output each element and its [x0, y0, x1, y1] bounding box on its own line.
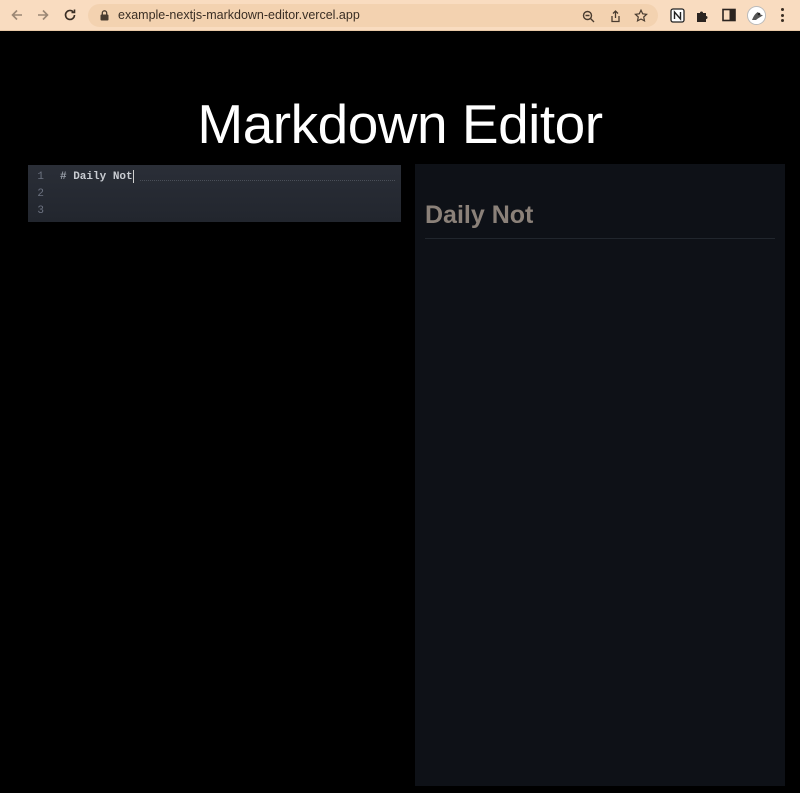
url-text: example-nextjs-markdown-editor.vercel.ap… — [118, 8, 360, 22]
line-number: 1 — [37, 171, 44, 183]
forward-arrow-icon[interactable] — [33, 5, 53, 25]
avatar[interactable] — [747, 6, 766, 25]
line-trail — [140, 180, 395, 181]
address-bar[interactable]: example-nextjs-markdown-editor.vercel.ap… — [88, 4, 658, 27]
kebab-menu-icon[interactable] — [776, 6, 788, 24]
notion-extension-icon[interactable] — [668, 6, 686, 24]
editor-text-area[interactable]: # Daily Not — [60, 169, 395, 220]
star-icon[interactable] — [633, 8, 649, 24]
editor-line[interactable] — [60, 203, 395, 220]
line-number-gutter: 1 2 3 — [28, 169, 48, 220]
side-panel-icon[interactable] — [720, 6, 738, 24]
browser-toolbar: example-nextjs-markdown-editor.vercel.ap… — [0, 0, 800, 31]
share-icon[interactable] — [607, 8, 623, 24]
text-cursor — [132, 169, 134, 183]
heading-marker: # — [60, 171, 67, 183]
zoom-icon[interactable] — [580, 8, 596, 24]
markdown-editor[interactable]: 1 2 3 # Daily Not — [28, 165, 401, 222]
line-number: 3 — [37, 205, 44, 217]
markdown-preview: Daily Not — [415, 164, 785, 786]
editor-line-text: Daily Not — [66, 171, 133, 183]
preview-heading: Daily Not — [425, 201, 775, 239]
page-title: Markdown Editor — [197, 93, 603, 155]
back-arrow-icon[interactable] — [7, 5, 27, 25]
lock-icon[interactable] — [100, 10, 109, 21]
puzzle-icon[interactable] — [693, 6, 711, 24]
line-number: 2 — [37, 188, 44, 200]
editor-line[interactable]: # Daily Not — [60, 169, 395, 186]
editor-line[interactable] — [60, 186, 395, 203]
reload-icon[interactable] — [60, 5, 80, 25]
